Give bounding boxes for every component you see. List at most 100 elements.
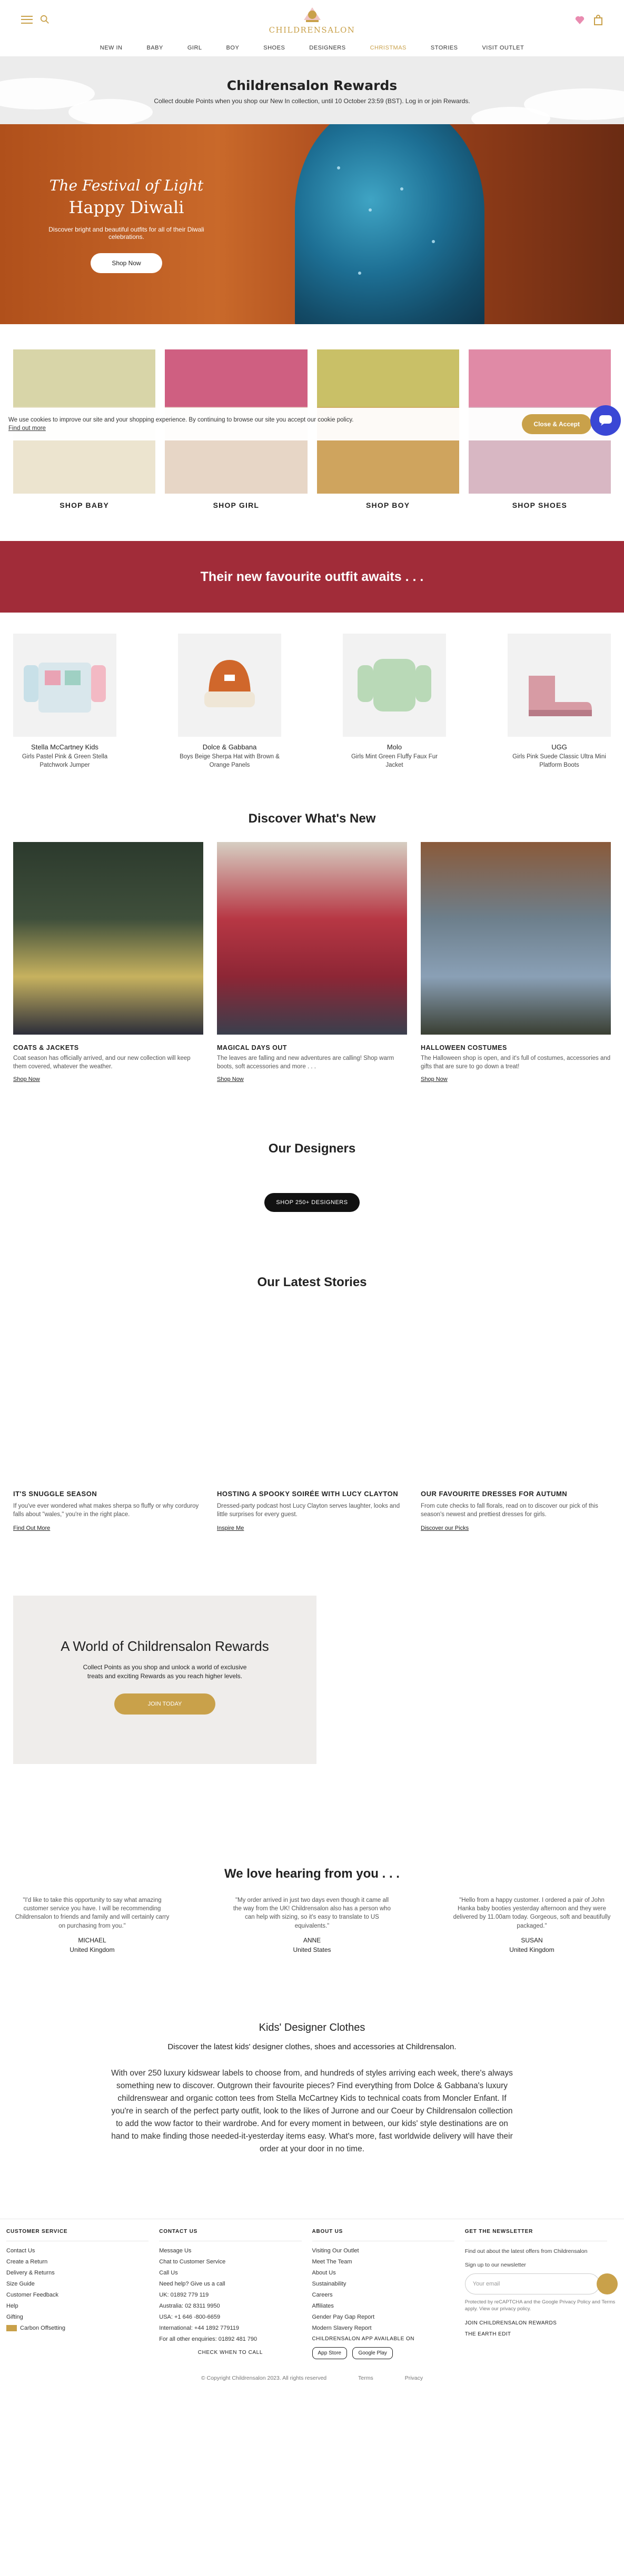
nav-stories[interactable]: STORIES — [431, 45, 458, 51]
product-card[interactable]: UGG Girls Pink Suede Classic Ultra Mini … — [508, 634, 611, 769]
copyright: © Copyright Childrensalon 2023. All righ… — [201, 2374, 327, 2381]
footer-links: Contact Us Create a Return Delivery & Re… — [6, 2248, 159, 2331]
footer-link[interactable]: About Us — [312, 2270, 465, 2276]
footer-link[interactable]: Gender Pay Gap Report — [312, 2314, 465, 2320]
discover-title: Discover What's New — [248, 811, 376, 826]
testimonial: "My order arrived in just two days even … — [233, 1896, 391, 1953]
discover-card[interactable]: COATS & JACKETS Coat season has official… — [13, 842, 203, 1084]
discover-card[interactable]: HALLOWEEN COSTUMES The Halloween shop is… — [421, 842, 611, 1084]
story-link[interactable]: Discover our Picks — [421, 1525, 469, 1531]
footer-link[interactable]: Message Us — [159, 2248, 312, 2254]
discover-card-link[interactable]: Shop Now — [421, 1076, 448, 1082]
footer-link[interactable]: Delivery & Returns — [6, 2270, 159, 2276]
footer-link[interactable]: Careers — [312, 2292, 465, 2298]
footer-phone[interactable]: International: +44 1892 779119 — [159, 2325, 312, 2331]
newsletter-signup-label: Sign up to our newsletter — [464, 2262, 526, 2269]
nav-girl[interactable]: GIRL — [187, 45, 202, 51]
rewards-banner[interactable]: Childrensalon Rewards Collect double Poi… — [0, 57, 624, 124]
google-play-badge[interactable]: Google Play — [352, 2347, 393, 2359]
footer-link[interactable]: Contact Us — [6, 2248, 159, 2254]
story-link[interactable]: Find Out More — [13, 1525, 50, 1531]
footer-link[interactable]: Affiliates — [312, 2303, 465, 2309]
story-text: Dressed-party podcast host Lucy Clayton … — [217, 1503, 400, 1518]
outfit-band: Their new favourite outfit awaits . . . — [0, 541, 624, 613]
product-name: Boys Beige Sherpa Hat with Brown & Orang… — [180, 754, 280, 768]
story-card[interactable]: HOSTING A SPOOKY SOIRÉE WITH LUCY CLAYTO… — [217, 1490, 407, 1532]
sparkle — [400, 187, 403, 191]
footer-phone[interactable]: UK: 01892 779 119 — [159, 2292, 312, 2298]
testimonial-name: MICHAEL — [78, 1936, 106, 1944]
footer-phone[interactable]: Australia: 02 8311 9950 — [159, 2303, 312, 2309]
header-right — [575, 15, 603, 25]
story-card[interactable]: IT'S SNUGGLE SEASON If you've ever wonde… — [13, 1490, 203, 1532]
testimonials-title: We love hearing from you . . . — [224, 1867, 400, 1881]
nav-visit-outlet[interactable]: VISIT OUTLET — [482, 45, 524, 51]
product-card[interactable]: Molo Girls Mint Green Fluffy Faux Fur Ja… — [343, 634, 446, 769]
testimonial-name: ANNE — [303, 1936, 321, 1944]
nav-baby[interactable]: BABY — [147, 45, 163, 51]
story-link[interactable]: Inspire Me — [217, 1525, 244, 1531]
earth-edit-link[interactable]: THE EARTH EDIT — [465, 2331, 618, 2337]
footer-link[interactable]: Customer Feedback — [6, 2292, 159, 2298]
footer-link[interactable]: Meet The Team — [312, 2259, 465, 2265]
category-label: SHOP BABY — [60, 501, 110, 509]
designers-section: Our Designers SHOP 250+ DESIGNERS — [0, 1141, 624, 1212]
app-store-badge[interactable]: App Store — [312, 2347, 347, 2359]
discover-card-text: Coat season has officially arrived, and … — [13, 1055, 191, 1070]
footer-link[interactable]: Help — [6, 2303, 159, 2309]
menu-icon[interactable] — [21, 15, 33, 24]
discover-card-link[interactable]: Shop Now — [217, 1076, 244, 1082]
nav-new-in[interactable]: NEW IN — [100, 45, 123, 51]
footer-link[interactable]: Size Guide — [6, 2281, 159, 2287]
nav-shoes[interactable]: SHOES — [263, 45, 285, 51]
product-image — [343, 634, 446, 737]
world-rewards-section: A World of Childrensalon Rewards Collect… — [0, 1596, 624, 1765]
newsletter-form: Your email — [464, 2273, 618, 2295]
product-card[interactable]: Stella McCartney Kids Girls Pastel Pink … — [13, 634, 116, 769]
footer-phone[interactable]: USA: +1 646 -800-6659 — [159, 2314, 312, 2320]
wishlist-icon[interactable] — [575, 15, 585, 25]
check-when-to-call-button[interactable]: CHECK WHEN TO CALL — [159, 2350, 312, 2356]
footer-link[interactable]: Gifting — [6, 2314, 159, 2320]
shop-designers-button[interactable]: SHOP 250+ DESIGNERS — [264, 1193, 360, 1212]
nav-christmas[interactable]: CHRISTMAS — [370, 45, 407, 51]
cookie-find-out-more-link[interactable]: Find out more — [8, 425, 353, 432]
footer-link[interactable]: Call Us — [159, 2270, 312, 2276]
terms-link[interactable]: Terms — [358, 2375, 373, 2381]
newsletter-submit-button[interactable] — [597, 2273, 618, 2295]
outfit-band-title: Their new favourite outfit awaits . . . — [200, 569, 424, 584]
hero-banner[interactable]: The Festival of Light Happy Diwali Disco… — [0, 124, 624, 324]
story-card[interactable]: OUR FAVOURITE DRESSES FOR AUTUMN From cu… — [421, 1490, 611, 1532]
footer-link[interactable]: Modern Slavery Report — [312, 2325, 465, 2331]
privacy-link[interactable]: Privacy — [405, 2375, 423, 2381]
designers-button-wrap: SHOP 250+ DESIGNERS — [0, 1193, 624, 1212]
discover-card[interactable]: MAGICAL DAYS OUT The leaves are falling … — [217, 842, 407, 1084]
cookie-accept-button[interactable]: Close & Accept — [522, 414, 591, 434]
main-nav: NEW IN BABY GIRL BOY SHOES DESIGNERS CHR… — [0, 39, 624, 57]
footer-link[interactable]: Carbon Offsetting — [6, 2325, 159, 2331]
nav-boy[interactable]: BOY — [226, 45, 240, 51]
seo-section: Kids' Designer Clothes Discover the late… — [0, 2022, 624, 2156]
nav-designers[interactable]: DESIGNERS — [309, 45, 345, 51]
hero-shop-now-button[interactable]: Shop Now — [91, 253, 162, 273]
footer-link[interactable]: Visiting Our Outlet — [312, 2248, 465, 2254]
bag-icon[interactable] — [593, 15, 603, 25]
product-card[interactable]: Dolce & Gabbana Boys Beige Sherpa Hat wi… — [178, 634, 281, 769]
brand-logo[interactable]: CHILDRENSALON — [265, 4, 360, 35]
cookie-text: We use cookies to improve our site and y… — [8, 417, 354, 423]
crest-icon — [303, 7, 321, 22]
chat-button[interactable] — [590, 405, 621, 436]
footer-col-title: ABOUT US — [312, 2229, 454, 2241]
testimonials-section: We love hearing from you . . . "I'd like… — [0, 1867, 624, 1953]
world-rewards-text: Collect Points as you shop and unlock a … — [83, 1663, 247, 1680]
footer-links: Message Us Chat to Customer Service Call… — [159, 2248, 312, 2342]
footer-link[interactable]: Sustainability — [312, 2281, 465, 2287]
footer-phone[interactable]: For all other enquiries: 01892 481 790 — [159, 2336, 312, 2342]
search-icon[interactable] — [40, 15, 49, 24]
footer-link[interactable]: Create a Return — [6, 2259, 159, 2265]
newsletter-email-input[interactable]: Your email — [464, 2273, 600, 2295]
join-rewards-link[interactable]: JOIN CHILDRENSALON REWARDS — [465, 2320, 618, 2326]
join-today-button[interactable]: JOIN TODAY — [114, 1693, 216, 1715]
discover-card-link[interactable]: Shop Now — [13, 1076, 40, 1082]
testimonials-list: "I'd like to take this opportunity to sa… — [0, 1896, 624, 1953]
